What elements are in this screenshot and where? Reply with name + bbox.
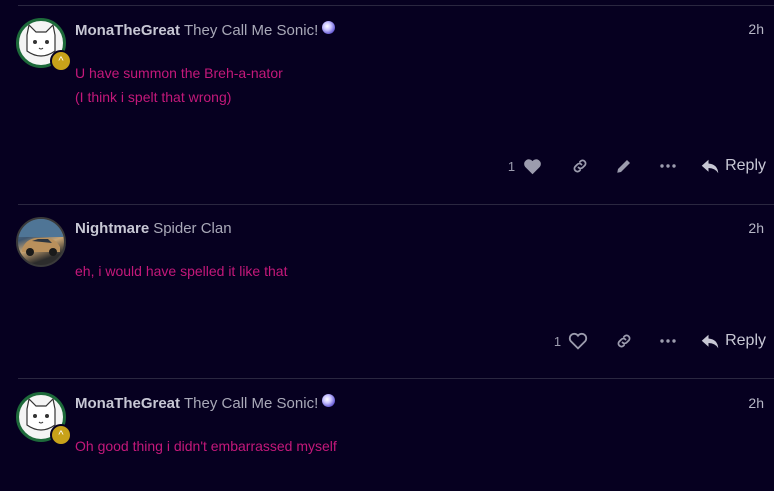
post-body-line: (I think i spelt that wrong) xyxy=(75,89,232,105)
flair-icon xyxy=(322,21,336,34)
more-icon xyxy=(660,339,676,343)
heart-icon xyxy=(523,158,541,174)
link-icon xyxy=(617,334,631,348)
more-button[interactable] xyxy=(657,164,679,168)
post-body-line: U have summon the Breh-a-nator xyxy=(75,65,283,81)
copy-link-button[interactable] xyxy=(613,332,635,350)
post-time[interactable]: 2h xyxy=(748,220,764,236)
username-text[interactable]: MonaTheGreat xyxy=(75,395,180,412)
avatar[interactable] xyxy=(16,217,66,267)
username[interactable]: Nightmare Spider Clan xyxy=(75,220,232,237)
reply-label[interactable]: Reply xyxy=(725,332,766,350)
reply-button[interactable]: Reply xyxy=(701,157,766,175)
username-text[interactable]: Nightmare xyxy=(75,220,149,237)
post-body: U have summon the Breh-a-nator (I think … xyxy=(75,61,283,109)
username[interactable]: MonaTheGreat They Call Me Sonic! xyxy=(75,394,336,412)
more-button[interactable] xyxy=(657,339,679,343)
username[interactable]: MonaTheGreat They Call Me Sonic! xyxy=(75,21,336,39)
pencil-icon xyxy=(617,160,631,173)
chevron-up-icon: ^ xyxy=(50,50,72,72)
post-body: eh, i would have spelled it like that xyxy=(75,259,287,283)
copy-link-button[interactable] xyxy=(569,157,591,175)
post-divider xyxy=(18,204,774,205)
post-time[interactable]: 2h xyxy=(748,21,764,37)
post-time[interactable]: 2h xyxy=(748,395,764,411)
like-count[interactable]: 1 xyxy=(554,334,561,349)
reply-button[interactable]: Reply xyxy=(701,332,766,350)
car-avatar-icon xyxy=(18,219,64,256)
post-body: Oh good thing i didn't embarrassed mysel… xyxy=(75,434,337,458)
username-text[interactable]: MonaTheGreat xyxy=(75,22,180,39)
user-title: They Call Me Sonic! xyxy=(184,395,319,412)
heart-outline-icon xyxy=(568,332,588,350)
link-icon xyxy=(573,159,587,173)
like-button[interactable] xyxy=(567,332,589,350)
top-divider xyxy=(18,5,774,6)
post-body-line: Oh good thing i didn't embarrassed mysel… xyxy=(75,438,337,454)
post-actions: 1 Reply xyxy=(508,154,766,178)
post-actions: 1 Reply xyxy=(554,329,766,353)
user-title: Spider Clan xyxy=(153,220,232,237)
edit-button[interactable] xyxy=(613,157,635,175)
post-body-line: eh, i would have spelled it like that xyxy=(75,263,288,279)
like-count[interactable]: 1 xyxy=(508,159,515,174)
reply-label[interactable]: Reply xyxy=(725,157,766,175)
like-button[interactable] xyxy=(521,158,543,175)
reply-icon xyxy=(701,159,719,173)
flair-icon xyxy=(322,394,336,407)
more-icon xyxy=(660,164,676,168)
post-divider xyxy=(18,378,774,379)
reply-icon xyxy=(701,334,719,348)
user-title: They Call Me Sonic! xyxy=(184,22,319,39)
chevron-up-icon: ^ xyxy=(50,424,72,446)
